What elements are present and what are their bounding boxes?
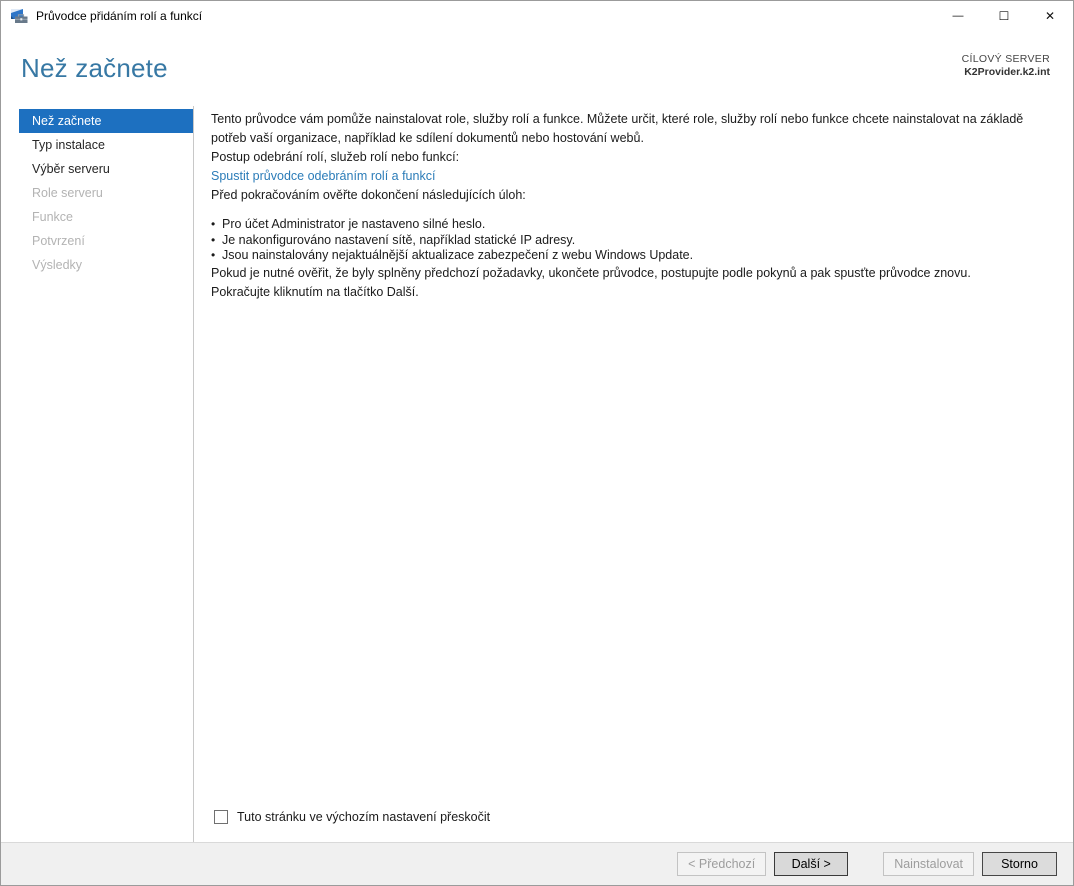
previous-button: < Předchozí: [677, 852, 767, 876]
sidebar-item-vysledky: Výsledky: [32, 258, 83, 272]
install-button: Nainstalovat: [883, 852, 974, 876]
sidebar-item-potvrzeni: Potvrzení: [32, 234, 85, 248]
bullet-icon: •: [211, 248, 216, 262]
close-button[interactable]: ✕: [1027, 1, 1073, 31]
skip-page-row[interactable]: Tuto stránku ve výchozím nastavení přesk…: [214, 810, 490, 824]
list-item: • Pro účet Administrator je nastaveno si…: [211, 217, 1051, 233]
add-roles-wizard-icon: [11, 9, 28, 23]
continue-hint: Pokračujte kliknutím na tlačítko Další.: [211, 284, 419, 299]
remove-roles-label: Postup odebrání rolí, služeb rolí nebo f…: [211, 150, 460, 164]
prerequisites-note: Pokud je nutné ověřit, že byly splněny p…: [211, 265, 971, 280]
list-item: • Jsou nainstalovány nejaktuálnější aktu…: [211, 248, 1051, 264]
minimize-button[interactable]: —: [935, 1, 981, 31]
sidebar-item-funkce: Funkce: [32, 210, 73, 224]
wizard-page-content: Tento průvodce vám pomůže nainstalovat r…: [211, 106, 1051, 302]
tasks-heading: Před pokračováním ověřte dokončení násle…: [211, 188, 526, 202]
task-text: Pro účet Administrator je nastaveno siln…: [222, 217, 486, 231]
wizard-steps-nav: Než začnete Typ instalace Výběr serveru …: [19, 109, 193, 277]
target-server-info: CÍLOVÝ SERVER K2Provider.k2.int: [962, 53, 1050, 79]
target-server-label: CÍLOVÝ SERVER: [961, 53, 1050, 65]
sidebar-item-typ-instalace[interactable]: Typ instalace: [19, 133, 193, 157]
wizard-footer: < Předchozí Další > Nainstalovat Storno: [1, 842, 1073, 885]
sidebar-item-vyber-serveru[interactable]: Výběr serveru: [19, 157, 193, 181]
sidebar-item-role-serveru: Role serveru: [32, 186, 103, 200]
window-title: Průvodce přidáním rolí a funkcí: [36, 9, 203, 23]
sidebar-divider: [193, 106, 194, 844]
start-remove-wizard-link[interactable]: Spustit průvodce odebráním rolí a funkcí: [211, 169, 435, 183]
maximize-button[interactable]: ☐: [981, 1, 1027, 31]
list-item: • Je nakonfigurováno nastavení sítě, nap…: [211, 233, 1051, 249]
wizard-window: Průvodce přidáním rolí a funkcí — ☐ ✕ Ne…: [0, 0, 1074, 886]
skip-page-checkbox[interactable]: [214, 810, 228, 824]
sidebar-item-nez-zacnete[interactable]: Než začnete: [19, 109, 193, 133]
page-title: Než začnete: [21, 53, 168, 83]
bullet-icon: •: [211, 232, 216, 247]
tasks-list: • Pro účet Administrator je nastaveno si…: [211, 217, 1051, 264]
next-button[interactable]: Další >: [774, 852, 849, 876]
cancel-button[interactable]: Storno: [982, 852, 1057, 876]
skip-page-checkbox-label[interactable]: Tuto stránku ve výchozím nastavení přesk…: [237, 810, 490, 824]
intro-paragraph: Tento průvodce vám pomůže nainstalovat r…: [211, 112, 1024, 145]
bullet-icon: •: [211, 217, 216, 231]
target-server-name: K2Provider.k2.int: [964, 66, 1050, 78]
task-text: Je nakonfigurováno nastavení sítě, napří…: [222, 232, 576, 247]
title-bar: Průvodce přidáním rolí a funkcí — ☐ ✕: [1, 1, 1073, 31]
task-text: Jsou nainstalovány nejaktuálnější aktual…: [222, 248, 694, 262]
